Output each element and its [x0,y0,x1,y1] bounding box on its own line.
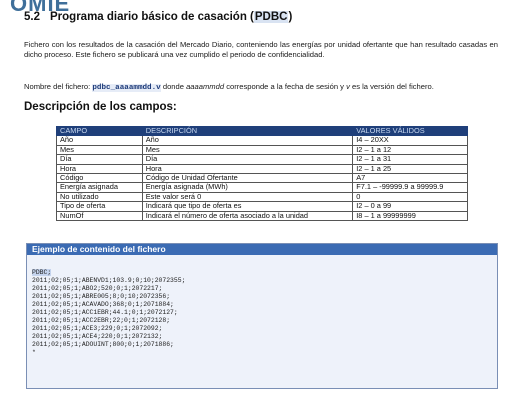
code-line-text: 2011;02;05;1;ACAVADO;368;0;1;2071884; [32,301,174,309]
code-line: 2011;02;05;1;ACC2EBR;22;0;1;2072128; [32,317,497,325]
code-line: 2011;02;05;1;ACC1EBR;44.1;0;1;2072127; [32,309,497,317]
cell-campo: NumOf [56,210,143,222]
code-line: PDBC; [32,269,497,277]
code-line-text: 2011;02;05;1;ACE3;229;0;1;2072092; [32,325,163,333]
table-row: Hora Hora I2 – 1 a 25 [56,163,468,175]
filename-middle: donde [160,82,187,91]
code-line-text: 2011;02;05;1;ADOUINT;800;0;1;2071886; [32,341,174,349]
fields-table: CAMPO DESCRIPCIÓN VALORES VÁLIDOS Año Año… [56,125,468,222]
section-title-suffix: ) [288,11,293,23]
fields-title: Descripción de los campos: [24,101,177,113]
code-line-text: 2011;02;05;1;ABENVD1;103.9;0;10;2072355; [32,277,186,285]
cell-descripcion: Año [141,135,354,146]
table-row: No utilizado Este valor será 00 [56,191,468,203]
table-row: Día Día I2 – 1 a 31 [56,154,468,165]
code-line-text: 2011;02;05;1;ABO2;520;0;1;2072217; [32,285,163,293]
cell-valores: I2 – 1 a 25 [352,163,468,175]
cell-valores: I4 – 20XX [352,135,468,146]
filename-date-var: aaaammdd [186,82,225,91]
code-line-text: 2011;02;05;1;ACC2EBR;22;0;1;2072128; [32,317,171,325]
cell-valores: I8 – 1 a 99999999 [352,210,468,222]
cell-descripcion: Mes [141,144,354,156]
code-line: 2011;02;05;1;ABENVD1;103.9;0;10;2072355; [32,277,497,285]
code-line: 2011;02;05;1;ABO2;520;0;1;2072217; [32,285,497,293]
table-row: Tipo de oferta Indicará que tipo de ofert… [56,201,468,212]
example-code: PDBC; 2011;02;05;1;ABENVD1;103.9;0;10;207… [27,255,497,358]
section-title-prefix: Programa diario básico de casación ( [50,11,254,23]
code-line: 2011;02;05;1;ABRE005;8;0;10;2072356; [32,293,497,301]
code-line: 2011;02;05;1;ACE3;229;0;1;2072092; [32,325,497,333]
code-line: 2011;02;05;1;ACE4;220;0;1;2072132; [32,333,497,341]
filename-suffix: es la versión del fichero. [349,82,434,91]
fields-table-header-row: CAMPO DESCRIPCIÓN VALORES VÁLIDOS [56,125,468,137]
example-box: Ejemplo de contenido del fichero PDBC; 20… [26,243,498,389]
cell-valores: I2 – 0 a 99 [352,201,468,212]
cell-descripcion: Indicará que tipo de oferta es [141,201,354,212]
cell-valores: F7.1 – -99999.9 a 99999.9 [352,182,468,193]
code-line-text: * [32,349,36,357]
code-line-text: 2011;02;05;1;ACC1EBR;44.1;0;1;2072127; [32,309,178,317]
cell-descripcion: Energía asignada (MWh) [141,182,354,193]
section-title: 5.2 Programa diario básico de casación (P… [24,11,292,23]
code-line-text: 2011;02;05;1;ABRE005;8;0;10;2072356; [32,293,171,301]
code-line-text: 2011;02;05;1;ACE4;220;0;1;2072132; [32,333,163,341]
code-line: * [32,349,497,357]
cell-campo: Día [56,154,143,165]
filename-middle2: corresponde a la fecha de sesión y [224,82,347,91]
table-row: Mes Mes I2 – 1 a 12 [56,144,468,156]
cell-valores: I2 – 1 a 31 [352,154,468,165]
code-line: 2011;02;05;1;ADOUINT;800;0;1;2071886; [32,341,497,349]
code-line: 2011;02;05;1;ACAVADO;368;0;1;2071884; [32,301,497,309]
example-title: Ejemplo de contenido del fichero [27,244,497,255]
filename-prefix: Nombre del fichero: [24,82,93,91]
table-row: Año Año I4 – 20XX [56,135,468,146]
cell-campo: Energía asignada [56,182,143,193]
cell-campo: Tipo de oferta [56,201,143,212]
table-row: Energía asignada Energía asignada (MWh) F7… [56,182,468,193]
column-header-descripcion: DESCRIPCIÓN [141,125,354,137]
code-line-text: PDBC; [32,269,52,276]
cell-campo: Año [56,135,143,146]
intro-paragraph: Fichero con los resultados de la casació… [24,40,498,59]
filename-text: pdbc_aaaammdd.v [92,84,161,92]
cell-descripcion: Día [141,154,354,165]
section-title-highlight: PDBC [253,11,289,23]
section-number: 5.2 [24,11,40,23]
cell-descripcion: Indicará el número de oferta asociado a … [141,210,354,222]
filename-paragraph: Nombre del fichero: pdbc_aaaammdd.v dond… [24,82,498,93]
table-row: NumOf Indicará el número de oferta asocia… [56,210,468,222]
